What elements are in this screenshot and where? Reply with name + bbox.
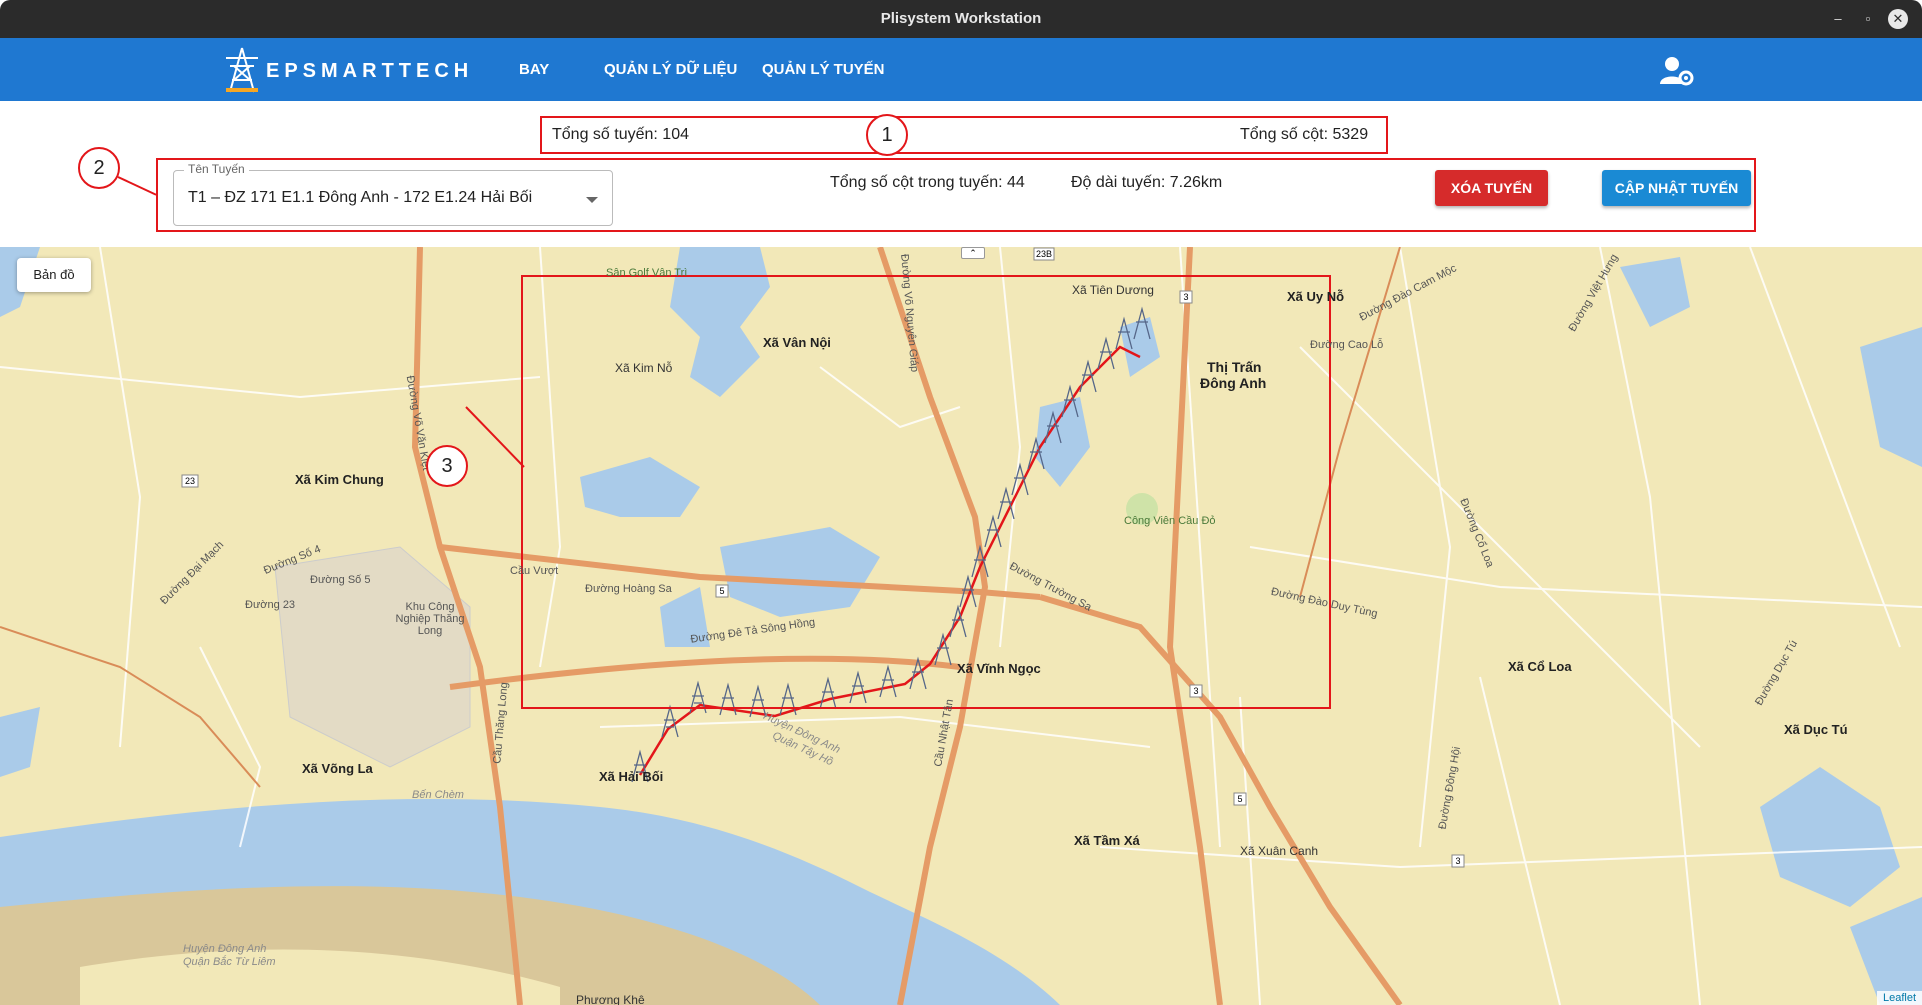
- window-title: Plisystem Workstation: [880, 10, 1042, 27]
- nav-bay[interactable]: BAY: [519, 61, 549, 78]
- svg-text:5: 5: [719, 586, 724, 596]
- annotation-box-1: [540, 116, 1388, 154]
- place-label: Xã Hải Bối: [599, 769, 664, 784]
- delete-route-button[interactable]: XÓA TUYẾN: [1435, 170, 1548, 206]
- place-label: Xã Xuân Canh: [1240, 844, 1319, 858]
- close-button[interactable]: ✕: [1888, 9, 1908, 29]
- poi-label: Khu Công Nghiệp Thăng Long: [395, 601, 465, 637]
- place-label: Xã Uy Nỗ: [1287, 289, 1345, 304]
- poi-label: Công Viên Cầu Đỏ: [1124, 515, 1216, 527]
- water-label: Bến Chèm: [412, 789, 464, 801]
- nav-data-management[interactable]: QUẢN LÝ DỮ LIỆU: [604, 61, 737, 78]
- chevron-down-icon: [586, 197, 598, 203]
- place-label: Xã Võng La: [302, 761, 373, 776]
- tower-logo-icon: [226, 47, 258, 93]
- route-select-label: Tên Tuyến: [184, 162, 249, 176]
- place-label: Thị Trấn: [1207, 359, 1262, 375]
- svg-text:3: 3: [1183, 292, 1188, 302]
- annotation-marker-1: 1: [866, 114, 908, 156]
- maximize-button[interactable]: ▫: [1858, 9, 1878, 29]
- poi-label: Sân Golf Vân Trì: [606, 267, 688, 279]
- svg-text:5: 5: [1237, 794, 1242, 804]
- water-label: Huyện Đông Anh: [183, 943, 267, 955]
- collapse-panel-button[interactable]: ⌃: [961, 247, 985, 259]
- svg-text:3: 3: [1455, 856, 1460, 866]
- place-label: Xã Vĩnh Ngọc: [957, 661, 1041, 676]
- water-label: Quận Bắc Từ Liêm: [183, 956, 276, 968]
- map-view[interactable]: 23 5 3 3 5 3 23B Xã Tiên Dương Xã Uy Nỗ …: [0, 247, 1922, 1005]
- place-label: Đông Anh: [1200, 375, 1267, 391]
- place-label: Xã Dục Tú: [1784, 722, 1848, 737]
- update-route-button[interactable]: CẬP NHẬT TUYẾN: [1602, 170, 1751, 206]
- svg-text:3: 3: [1193, 686, 1198, 696]
- place-label: Xã Tầm Xá: [1074, 833, 1140, 848]
- place-label: Xã Cổ Loa: [1508, 659, 1572, 674]
- map-attribution[interactable]: Leaflet: [1876, 991, 1922, 1005]
- place-label: Xã Kim Chung: [295, 472, 384, 487]
- nav-route-management[interactable]: QUẢN LÝ TUYẾN: [762, 61, 885, 78]
- top-navbar: EPSMARTTECH BAY QUẢN LÝ DỮ LIỆU QUẢN LÝ …: [0, 38, 1922, 101]
- annotation-marker-2: 2: [78, 147, 120, 189]
- road-label: Cầu Vượt: [510, 565, 559, 577]
- window-titlebar: Plisystem Workstation – ▫ ✕: [0, 0, 1922, 38]
- annotation-leader-2: [117, 176, 157, 196]
- minimize-button[interactable]: –: [1828, 9, 1848, 29]
- road-label: Đường Số 5: [310, 574, 371, 586]
- place-label: Xã Kim Nỗ: [615, 361, 673, 375]
- annotation-marker-3: 3: [426, 445, 468, 487]
- poles-in-route: Tổng số cột trong tuyến: 44: [830, 174, 1025, 191]
- place-label: Xã Vân Nội: [763, 335, 831, 350]
- svg-text:23B: 23B: [1036, 249, 1052, 259]
- brand-name: EPSMARTTECH: [266, 60, 474, 82]
- route-length: Độ dài tuyến: 7.26km: [1071, 174, 1223, 191]
- basemap-button[interactable]: Bản đồ: [17, 258, 91, 292]
- road-label: Đường Cao Lỗ: [1310, 339, 1384, 351]
- place-label: Xã Tiên Dương: [1072, 283, 1154, 297]
- map-basemap: 23 5 3 3 5 3 23B: [0, 247, 1922, 1005]
- road-label: Đường Hoàng Sa: [585, 583, 672, 595]
- road-label: Đường 23: [245, 599, 296, 611]
- place-label: Phương Khê: [576, 993, 645, 1005]
- route-shield-23: 23: [185, 476, 195, 486]
- user-settings-icon[interactable]: [1660, 56, 1694, 86]
- route-select-value: T1 – ĐZ 171 E1.1 Đông Anh - 172 E1.24 Hả…: [188, 189, 533, 206]
- route-select[interactable]: Tên Tuyến T1 – ĐZ 171 E1.1 Đông Anh - 17…: [173, 162, 613, 226]
